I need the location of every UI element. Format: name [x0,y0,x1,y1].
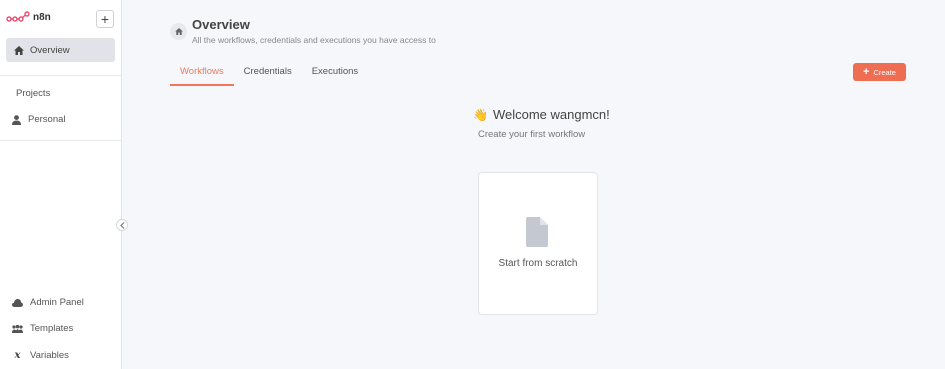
chevron-left-icon [119,221,124,229]
sidebar-item-templates[interactable]: Templates [12,323,73,334]
tab-credentials[interactable]: Credentials [234,64,302,86]
templates-icon [12,324,23,333]
welcome-heading: 👋 Welcome wangmcn! [473,107,610,122]
home-icon [14,45,24,55]
sidebar-item-label: Variables [30,350,69,361]
add-button[interactable]: + [96,10,114,28]
plus-icon: + [863,65,870,78]
user-icon [12,114,21,125]
sidebar-item-admin-panel[interactable]: Admin Panel [12,297,84,308]
divider [0,75,122,76]
create-button[interactable]: + Create [853,63,906,81]
file-icon [526,217,548,247]
sidebar-item-label: Templates [30,323,74,334]
sidebar-item-variables[interactable]: x Variables [12,350,69,361]
sidebar-item-label: Admin Panel [30,297,84,308]
logo-icon [6,11,30,22]
overview-home-icon [170,23,187,40]
home-icon [174,28,183,35]
sidebar-item-label: Personal [28,114,66,125]
sidebar-item-personal[interactable]: Personal [12,114,66,125]
create-button-label: Create [873,67,896,77]
cloud-icon [12,298,23,307]
sidebar: n8n + Overview Projects Personal Admin P… [0,0,122,369]
wave-icon: 👋 [473,107,488,122]
start-from-scratch-card[interactable]: Start from scratch [478,172,598,315]
card-label: Start from scratch [498,258,578,269]
tab-bar: Workflows Credentials Executions [170,64,368,86]
projects-heading: Projects [16,88,51,99]
sidebar-item-label: Overview [30,44,70,56]
brand-name: n8n [33,11,51,23]
page-subtitle: All the workflows, credentials and execu… [192,35,436,45]
tab-executions[interactable]: Executions [302,64,368,86]
welcome-subtitle: Create your first workflow [478,129,586,140]
tab-workflows[interactable]: Workflows [170,64,234,86]
variables-icon: x [14,350,21,361]
collapse-sidebar-button[interactable] [116,219,128,231]
divider [0,140,122,141]
sidebar-item-overview[interactable]: Overview [6,38,115,62]
page-title: Overview [192,17,250,32]
welcome-text: Welcome wangmcn! [492,107,610,122]
n8n-logo[interactable]: n8n [6,11,51,23]
